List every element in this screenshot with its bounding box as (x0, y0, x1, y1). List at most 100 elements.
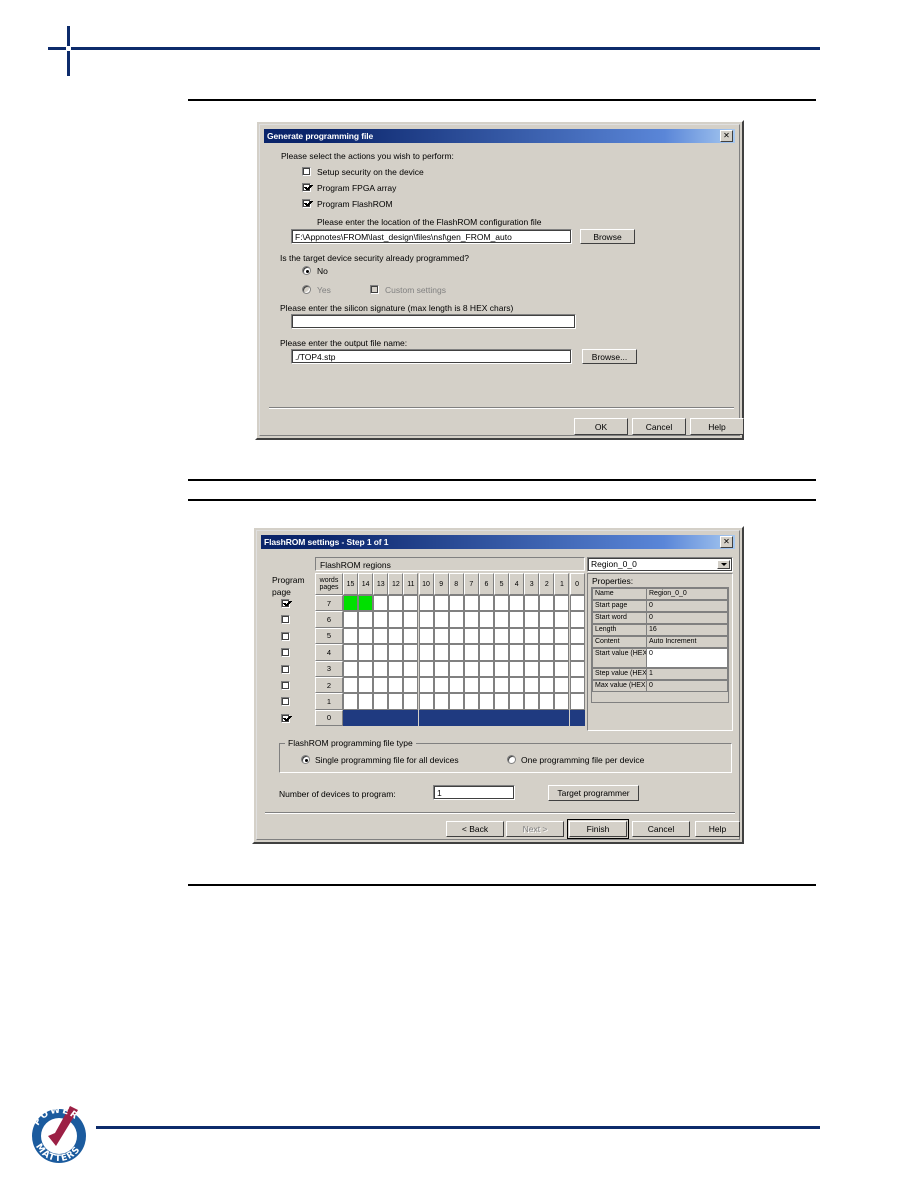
grid-column-header[interactable]: 12 (388, 573, 404, 595)
grid-cell[interactable] (539, 644, 555, 661)
grid-cell[interactable] (463, 595, 479, 612)
grid-cell[interactable] (554, 660, 570, 677)
browse-output-button[interactable]: Browse... (582, 349, 637, 364)
grid-cell[interactable] (509, 709, 525, 727)
next-button[interactable]: Next > (506, 821, 564, 837)
grid-row-header[interactable]: 4 (315, 644, 343, 661)
grid-cell[interactable] (403, 660, 419, 677)
grid-cell[interactable] (388, 693, 404, 710)
grid-cell[interactable] (373, 611, 389, 628)
grid-cell[interactable] (358, 644, 374, 661)
checkbox-custom-settings[interactable] (370, 285, 379, 294)
grid-cell[interactable] (478, 644, 494, 661)
program-page-checkbox[interactable] (281, 599, 290, 608)
grid-cell[interactable] (388, 709, 404, 727)
grid-cell[interactable] (478, 611, 494, 628)
grid-cell[interactable] (478, 660, 494, 677)
grid-cell[interactable] (388, 611, 404, 628)
flashrom-config-input[interactable]: F:\Appnotes\FROM\last_design\files\nsl\g… (291, 229, 572, 244)
radio-single-file[interactable] (301, 755, 310, 764)
target-programmer-button[interactable]: Target programmer (548, 785, 639, 801)
grid-cell[interactable] (388, 644, 404, 661)
grid-column-header[interactable]: 3 (524, 573, 540, 595)
grid-cell[interactable] (554, 595, 570, 612)
grid-cell[interactable] (448, 693, 464, 710)
grid-cell[interactable] (448, 644, 464, 661)
radio-file-per-device[interactable] (507, 755, 516, 764)
grid-cell[interactable] (463, 644, 479, 661)
outfile-input[interactable]: ./TOP4.stp (291, 349, 572, 364)
grid-cell[interactable] (343, 660, 359, 677)
grid-row-header[interactable]: 6 (315, 611, 343, 628)
property-value[interactable]: Region_0_0 (647, 588, 728, 600)
grid-cell[interactable] (343, 627, 359, 645)
grid-cell[interactable] (448, 611, 464, 628)
grid-cell[interactable] (478, 595, 494, 612)
property-value[interactable]: 16 (647, 624, 728, 636)
grid-cell[interactable] (403, 677, 419, 694)
cancel-button[interactable]: Cancel (632, 418, 686, 435)
grid-cell[interactable] (524, 627, 540, 645)
grid-cell[interactable] (463, 627, 479, 645)
grid-row-header[interactable]: 2 (315, 677, 343, 694)
property-value[interactable]: 0 (647, 612, 728, 624)
grid-column-header[interactable]: 0 (569, 573, 585, 595)
grid-column-header[interactable]: 6 (478, 573, 494, 595)
grid-cell[interactable] (388, 660, 404, 677)
grid-cell[interactable] (388, 627, 404, 645)
grid-cell[interactable] (358, 627, 374, 645)
property-value[interactable]: 0 (647, 680, 728, 692)
grid-cell[interactable] (524, 693, 540, 710)
grid-column-header[interactable]: 9 (433, 573, 449, 595)
grid-cell[interactable] (433, 709, 449, 727)
grid-cell[interactable] (494, 611, 510, 628)
grid-column-header[interactable]: 8 (448, 573, 464, 595)
grid-cell[interactable] (509, 677, 525, 694)
grid-column-header[interactable]: 5 (494, 573, 510, 595)
grid-cell[interactable] (343, 709, 359, 727)
grid-column-header[interactable]: 7 (463, 573, 479, 595)
grid-cell[interactable] (463, 660, 479, 677)
checkbox-program-fpga-array[interactable] (302, 183, 311, 192)
grid-cell[interactable] (554, 644, 570, 661)
grid-cell[interactable] (569, 595, 585, 612)
grid-cell[interactable] (433, 660, 449, 677)
grid-cell[interactable] (463, 709, 479, 727)
grid-cell[interactable] (433, 693, 449, 710)
help-button[interactable]: Help (695, 821, 740, 837)
grid-cell[interactable] (418, 677, 434, 694)
program-page-checkbox[interactable] (281, 648, 290, 658)
grid-cell[interactable] (448, 627, 464, 645)
property-value[interactable]: 0 (647, 648, 728, 668)
grid-row-header[interactable]: 3 (315, 660, 343, 677)
grid-column-header[interactable]: 15 (343, 573, 359, 595)
grid-cell[interactable] (403, 693, 419, 710)
grid-cell[interactable] (539, 677, 555, 694)
radio-security-no[interactable] (302, 266, 311, 275)
grid-cell[interactable] (343, 677, 359, 694)
program-page-checkbox[interactable] (281, 615, 290, 625)
back-button[interactable]: < Back (446, 821, 504, 837)
grid-cell[interactable] (524, 611, 540, 628)
grid-cell[interactable] (433, 611, 449, 628)
grid-cell[interactable] (343, 644, 359, 661)
grid-row-header[interactable]: 5 (315, 627, 343, 645)
signature-input[interactable] (291, 314, 576, 329)
grid-column-header[interactable]: 1 (554, 573, 570, 595)
properties-table[interactable]: Name Region_0_0 Start page 0 Start word 0 Leng… (591, 587, 729, 703)
grid-row-header[interactable]: 7 (315, 595, 343, 612)
grid-cell[interactable] (403, 595, 419, 612)
program-page-checkbox[interactable] (281, 664, 290, 674)
grid-cell[interactable] (509, 693, 525, 710)
radio-security-yes[interactable] (302, 285, 311, 294)
grid-cell[interactable] (433, 595, 449, 612)
grid-cell[interactable] (569, 660, 585, 677)
grid-cell[interactable] (539, 693, 555, 710)
grid-cell[interactable] (373, 644, 389, 661)
property-value[interactable]: 0 (647, 600, 728, 612)
grid-cell[interactable] (463, 611, 479, 628)
grid-cell[interactable] (358, 693, 374, 710)
grid-cell[interactable] (358, 709, 374, 727)
grid-cell[interactable] (433, 627, 449, 645)
program-page-checkbox[interactable] (281, 631, 290, 641)
